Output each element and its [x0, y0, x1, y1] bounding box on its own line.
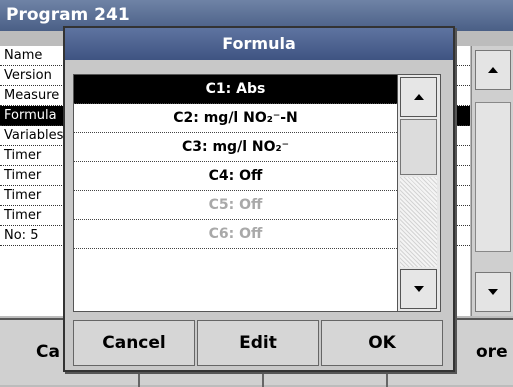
- formula-item-c6[interactable]: C6: Off: [74, 220, 397, 249]
- scroll-track[interactable]: [400, 177, 437, 267]
- ok-button[interactable]: OK: [321, 320, 443, 366]
- program-row-label: Name: [4, 48, 43, 63]
- program-scroll-thumb[interactable]: [475, 102, 511, 252]
- program-row-label: Timer: [4, 208, 42, 223]
- arrow-down-icon: [488, 289, 498, 295]
- cancel-button[interactable]: Cancel: [73, 320, 195, 366]
- program-row-label: No: 5: [4, 228, 39, 243]
- dialog-title: Formula: [65, 28, 453, 60]
- program-row-label: Timer: [4, 188, 42, 203]
- program-row-label: Variables: [4, 128, 64, 143]
- program-more-button[interactable]: ore: [476, 330, 508, 375]
- program-scroll-up-button[interactable]: [475, 50, 511, 90]
- formula-item-c4[interactable]: C4: Off: [74, 162, 397, 191]
- dialog-button-bar: Cancel Edit OK: [73, 320, 443, 366]
- program-more-label: ore: [476, 342, 508, 362]
- arrow-up-icon: [488, 67, 498, 73]
- formula-item-c1[interactable]: C1: Abs: [74, 75, 397, 104]
- program-scroll-down-button[interactable]: [475, 272, 511, 312]
- program-row-label: Formula: [4, 108, 57, 123]
- edit-button[interactable]: Edit: [197, 320, 319, 366]
- formula-item-c3[interactable]: C3: mg/l NO₂⁻: [74, 133, 397, 162]
- arrow-down-icon: [414, 286, 424, 292]
- program-row-label: Timer: [4, 168, 42, 183]
- program-title-text: Program 241: [6, 5, 130, 25]
- divider: [262, 370, 264, 387]
- scroll-down-button[interactable]: [400, 269, 437, 309]
- formula-item-c2[interactable]: C2: mg/l NO₂⁻-N: [74, 104, 397, 133]
- formula-scrollbar[interactable]: [398, 74, 441, 312]
- formula-item-c5[interactable]: C5: Off: [74, 191, 397, 220]
- formula-dialog: Formula C1: Abs C2: mg/l NO₂⁻-N C3: mg/l…: [63, 26, 455, 372]
- scroll-thumb[interactable]: [400, 119, 437, 175]
- divider: [386, 370, 388, 387]
- formula-list: C1: Abs C2: mg/l NO₂⁻-N C3: mg/l NO₂⁻ C4…: [73, 74, 398, 312]
- program-row-label: Version: [4, 68, 52, 83]
- divider: [138, 370, 140, 387]
- program-cancel-label: Ca: [36, 342, 60, 362]
- program-row-label: Timer: [4, 148, 42, 163]
- program-row-label: Measure: [4, 88, 60, 103]
- program-scrollbar[interactable]: [471, 46, 513, 316]
- scroll-up-button[interactable]: [400, 77, 437, 117]
- program-cancel-button[interactable]: Ca: [36, 330, 60, 375]
- arrow-up-icon: [414, 94, 424, 100]
